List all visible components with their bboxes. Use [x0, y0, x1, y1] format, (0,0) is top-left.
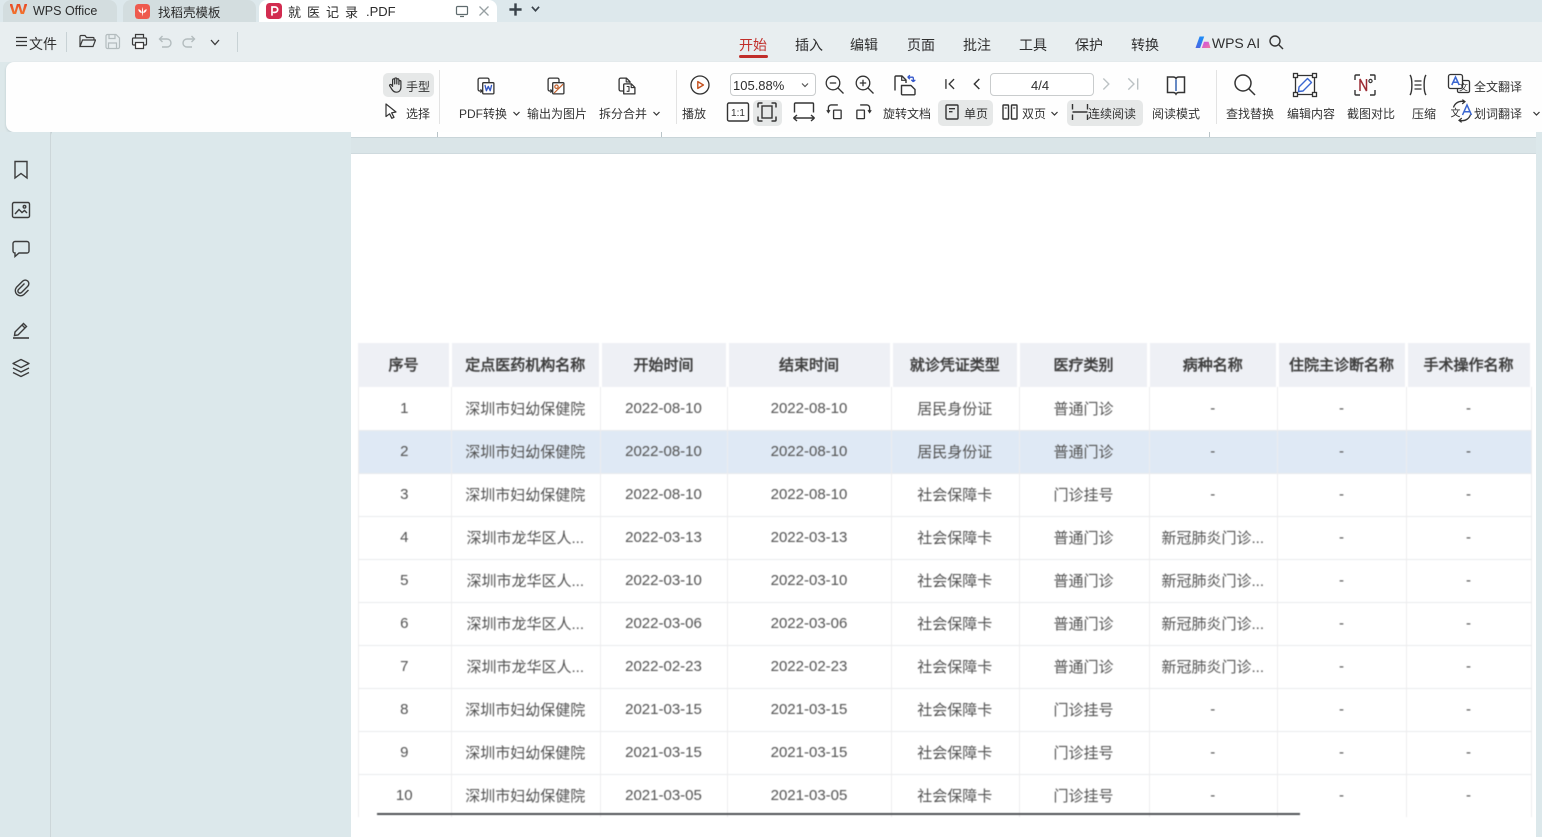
svg-text:文: 文 [1451, 107, 1461, 120]
svg-text:W: W [10, 2, 27, 17]
svg-text:1:1: 1:1 [731, 108, 745, 119]
svg-text:文: 文 [1459, 82, 1468, 93]
